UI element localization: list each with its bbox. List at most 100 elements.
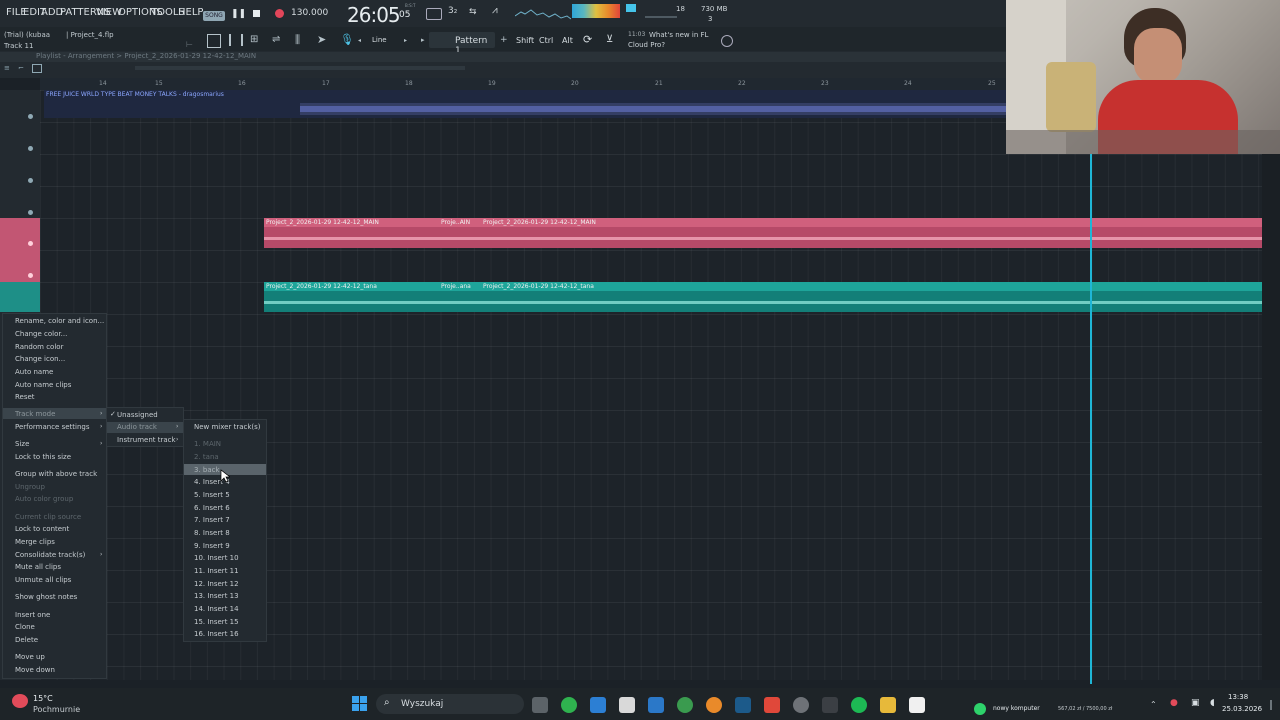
song-mode-badge[interactable]: SONG — [203, 11, 225, 21]
epic-games-icon[interactable] — [822, 697, 838, 713]
task-view-icon[interactable] — [532, 697, 548, 713]
mixer-icon[interactable]: ⇌ — [272, 34, 280, 45]
menu-item[interactable]: Consolidate track(s) — [15, 551, 85, 559]
vscode-icon[interactable] — [590, 697, 606, 713]
piano-roll-icon[interactable]: ⊞ — [250, 34, 258, 45]
clock-date[interactable]: 25.03.2026 — [1222, 705, 1262, 713]
new-mixer-track-option[interactable]: New mixer track(s) — [194, 423, 261, 431]
menu-item[interactable]: Current clip source — [15, 513, 81, 521]
pause-icon[interactable]: ❚❚ — [231, 9, 246, 19]
menu-item[interactable]: Clone — [15, 623, 35, 631]
mixer-track-option[interactable]: 15. Insert 15 — [194, 618, 239, 626]
menu-item[interactable]: Move down — [15, 666, 55, 674]
menu-item[interactable]: Lock to this size — [15, 453, 71, 461]
mixer-track-option[interactable]: 2. tana — [194, 453, 219, 461]
menu-item[interactable]: Size — [15, 440, 29, 448]
mixer-track-option-back[interactable]: 3. back — [194, 466, 220, 474]
fl-studio-icon[interactable] — [706, 697, 722, 713]
menu-item[interactable]: Random color — [15, 343, 63, 351]
savings-widget-title[interactable]: nowy komputer — [993, 705, 1040, 712]
brave-icon[interactable] — [764, 697, 780, 713]
menu-item[interactable]: Change icon... — [15, 355, 65, 363]
plugin-picker-icon[interactable]: ➤ — [317, 33, 326, 46]
shop-cart-icon[interactable]: ⊻ — [606, 34, 613, 45]
tempo-display[interactable]: 130.000 — [291, 8, 328, 18]
track-mute-led[interactable] — [28, 241, 33, 246]
menu-item[interactable]: Show ghost notes — [15, 593, 77, 601]
track-mute-led[interactable] — [28, 178, 33, 183]
track-header-teal[interactable] — [0, 282, 40, 312]
menu-item[interactable]: Change color... — [15, 330, 67, 338]
weather-temperature[interactable]: 15°C — [33, 694, 53, 703]
tray-network-icon[interactable]: ▣ — [1191, 698, 1200, 708]
mixer-track-option[interactable]: 6. Insert 6 — [194, 504, 230, 512]
alt-key-button[interactable]: Alt — [562, 36, 573, 45]
chrome-icon[interactable] — [677, 697, 693, 713]
mixer-track-option[interactable]: 10. Insert 10 — [194, 554, 239, 562]
stop-icon[interactable] — [253, 10, 260, 17]
clock-time[interactable]: 13:38 — [1228, 693, 1248, 701]
horizontal-scrollbar[interactable] — [135, 66, 465, 70]
menu-item[interactable]: Unmute all clips — [15, 576, 71, 584]
playhead-line[interactable] — [1090, 150, 1092, 684]
menu-item-track-mode[interactable]: Track mode — [15, 410, 55, 418]
mixer-track-option[interactable]: 8. Insert 8 — [194, 529, 230, 537]
menu-item[interactable]: Group with above track — [15, 470, 97, 478]
start-windows-icon[interactable] — [352, 696, 368, 712]
menu-item[interactable]: Rename, color and icon... — [15, 317, 104, 325]
show-desktop-button[interactable] — [1270, 700, 1272, 710]
notepad-icon[interactable] — [909, 697, 925, 713]
track-mute-led[interactable] — [28, 146, 33, 151]
track-mute-led[interactable] — [28, 210, 33, 215]
playlist-snap-icon[interactable]: ⌐ — [18, 64, 24, 72]
track-mode-option-audio[interactable]: Audio track — [117, 423, 157, 431]
weather-description[interactable]: Pochmurnie — [33, 705, 80, 714]
playlist-window-icon[interactable] — [207, 34, 221, 48]
settings-gear-icon[interactable] — [793, 697, 809, 713]
news-title[interactable]: What's new in FL — [649, 31, 708, 39]
menu-item[interactable]: Move up — [15, 653, 45, 661]
tray-chevron-icon[interactable]: ⌃ — [1150, 700, 1157, 709]
online-icon[interactable] — [721, 35, 733, 47]
steam-icon[interactable] — [735, 697, 751, 713]
mixer-track-option[interactable]: 16. Insert 16 — [194, 630, 239, 638]
metronome-icon[interactable]: ⩘ — [492, 5, 498, 16]
channel-rack-icon[interactable] — [229, 34, 243, 46]
weather-icon[interactable] — [12, 694, 28, 708]
menu-item[interactable]: Auto color group — [15, 495, 73, 503]
pattern-selector[interactable]: Pattern 1 — [429, 32, 495, 56]
mixer-track-option[interactable]: 14. Insert 14 — [194, 605, 239, 613]
add-pattern-icon[interactable]: + — [500, 35, 508, 45]
menu-item[interactable]: Auto name clips — [15, 381, 71, 389]
spotify-alt-icon[interactable] — [561, 697, 577, 713]
mixer-track-option[interactable]: 11. Insert 11 — [194, 567, 239, 575]
savings-widget-icon[interactable] — [974, 703, 986, 715]
track-mute-led[interactable] — [28, 273, 33, 278]
taskbar-search-box[interactable]: ⌕ Wyszukaj — [376, 694, 524, 714]
shift-key-button[interactable]: Shift — [516, 36, 534, 45]
pattern-prev-icon[interactable]: ▸ — [421, 36, 425, 44]
vertical-scrollbar[interactable] — [1262, 78, 1280, 680]
master-volume-icon[interactable] — [626, 4, 636, 12]
spotify-icon[interactable] — [851, 697, 867, 713]
tray-volume-icon[interactable]: ◖ — [1210, 698, 1215, 708]
snap-mode[interactable]: Line — [372, 36, 387, 44]
menu-item[interactable]: Performance settings — [15, 423, 90, 431]
track-mode-option[interactable]: Unassigned — [117, 411, 158, 419]
microphone-icon[interactable]: 🎙 — [340, 33, 354, 46]
step-edit-icon[interactable]: 3₂ — [448, 6, 457, 16]
menu-item[interactable]: Reset — [15, 393, 35, 401]
snap-arrow-icon[interactable]: ◂ — [358, 37, 361, 44]
file-explorer-icon[interactable] — [880, 697, 896, 713]
menu-item[interactable]: Auto name — [15, 368, 53, 376]
mixer-track-option[interactable]: 1. MAIN — [194, 440, 221, 448]
mixer-track-option[interactable]: 7. Insert 7 — [194, 516, 230, 524]
pin-icon[interactable]: ⊢ — [186, 40, 193, 49]
playlist-menu-icon[interactable]: ≡ — [4, 64, 10, 72]
menu-item[interactable]: Merge clips — [15, 538, 55, 546]
mixer-track-option[interactable]: 12. Insert 12 — [194, 580, 239, 588]
track-mute-led[interactable] — [28, 114, 33, 119]
menu-item[interactable]: Delete — [15, 636, 38, 644]
menu-item[interactable]: Insert one — [15, 611, 50, 619]
menu-item[interactable]: Lock to content — [15, 525, 69, 533]
